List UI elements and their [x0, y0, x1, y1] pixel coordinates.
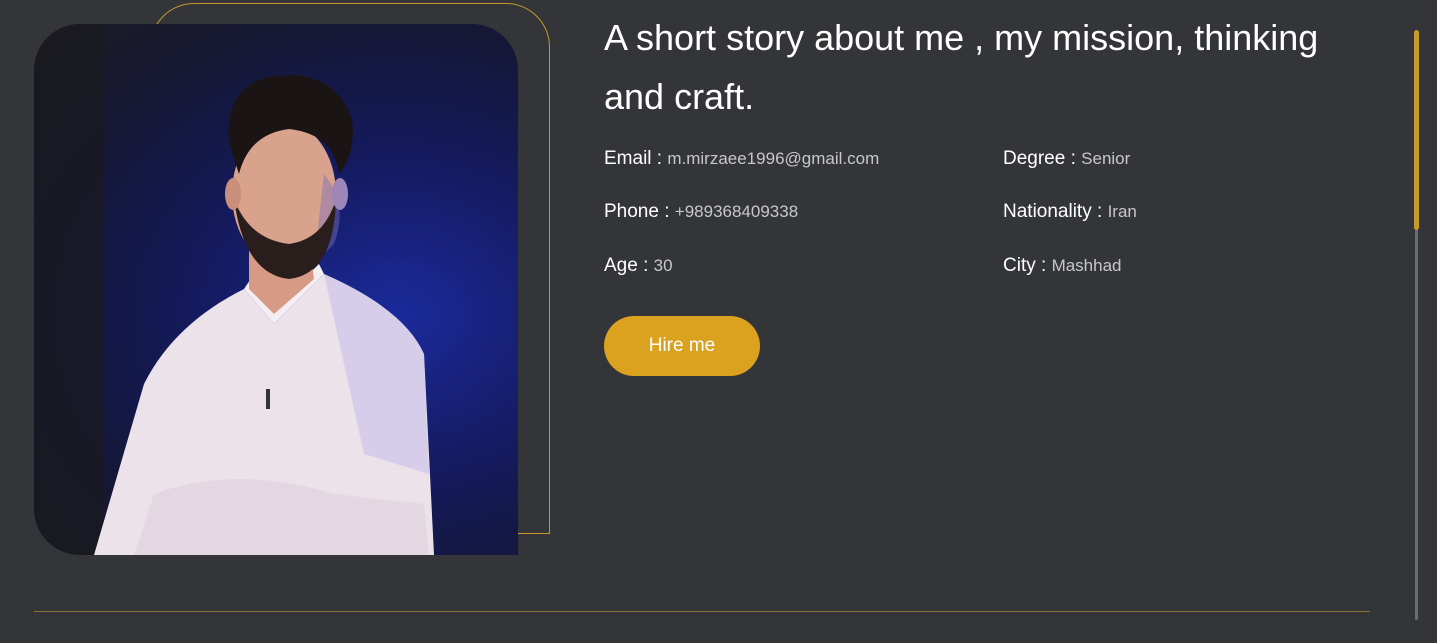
about-section: A short story about me , my mission, thi… [0, 0, 1437, 643]
info-city: City : Mashhad [1003, 255, 1122, 277]
profile-photo [34, 24, 518, 555]
info-value: +989368409338 [674, 202, 799, 221]
info-label: Age : [604, 255, 649, 276]
info-degree: Degree : Senior [1003, 148, 1130, 170]
info-label: Degree : [1003, 148, 1076, 169]
info-email: Email : m.mirzaee1996@gmail.com [604, 148, 879, 170]
info-value: Iran [1107, 202, 1137, 221]
info-age: Age : 30 [604, 255, 673, 277]
info-label: Nationality : [1003, 201, 1103, 222]
info-value: m.mirzaee1996@gmail.com [667, 149, 880, 168]
info-label: Phone : [604, 201, 670, 222]
info-phone: Phone : +989368409338 [604, 201, 798, 223]
info-nationality: Nationality : Iran [1003, 201, 1137, 223]
info-label: City : [1003, 255, 1047, 276]
info-label: Email : [604, 148, 663, 169]
hire-me-button[interactable]: Hire me [604, 316, 760, 376]
info-value: Senior [1081, 149, 1131, 168]
about-heading: A short story about me , my mission, thi… [604, 17, 1319, 117]
info-value: 30 [653, 256, 673, 275]
section-divider [34, 611, 1370, 612]
info-value: Mashhad [1051, 256, 1122, 275]
scrollbar-thumb[interactable] [1414, 30, 1419, 230]
